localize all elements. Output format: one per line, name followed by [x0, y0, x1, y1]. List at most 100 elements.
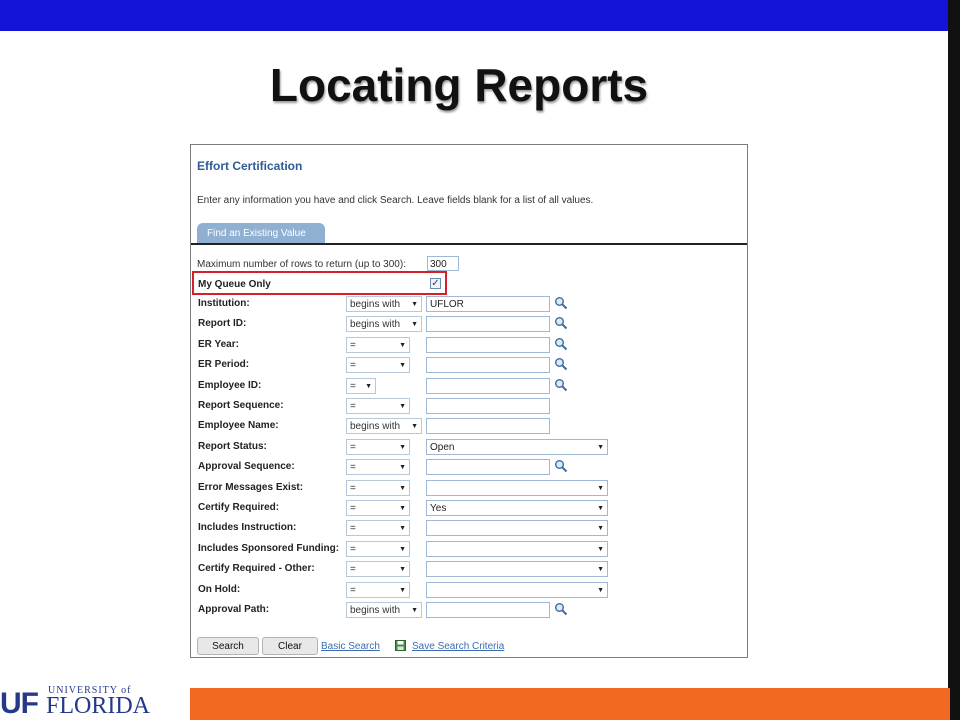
value-select[interactable]: ▼	[426, 479, 608, 496]
chevron-down-icon: ▼	[597, 505, 604, 512]
chevron-down-icon: ▼	[411, 301, 418, 308]
value-select[interactable]: ▼	[426, 520, 608, 537]
value-select[interactable]: ▼	[426, 581, 608, 598]
operator-select[interactable]: = ▼	[346, 520, 410, 537]
lookup-icon[interactable]	[554, 357, 568, 371]
chevron-down-icon: ▼	[399, 362, 406, 370]
chevron-down-icon: ▼	[597, 443, 604, 451]
criteria-row: Report ID: begins with ▼	[191, 315, 747, 335]
field-value: UFLOR	[430, 299, 464, 310]
slide-title: Locating Reports	[269, 59, 649, 111]
operator-select[interactable]: = ▼	[346, 459, 410, 476]
value-select[interactable]: ▼	[426, 561, 608, 578]
criteria-row: Report Sequence: = ▼	[191, 397, 747, 417]
clear-button[interactable]: Clear	[262, 637, 318, 655]
value-input[interactable]	[426, 357, 550, 374]
lookup-icon[interactable]	[554, 316, 568, 330]
search-panel: Effort Certification Enter any informati…	[190, 144, 748, 658]
bottom-orange-bar	[190, 688, 950, 720]
value-input[interactable]	[426, 316, 550, 333]
lookup-icon[interactable]	[554, 459, 568, 473]
chevron-down-icon: ▼	[399, 484, 406, 492]
chevron-down-icon: ▼	[411, 321, 418, 329]
operator-value: =	[350, 482, 356, 494]
value-input[interactable]: UFLOR	[426, 296, 550, 312]
value-input[interactable]	[426, 459, 550, 476]
operator-select[interactable]: = ▼	[346, 500, 410, 516]
chevron-down-icon: ▼	[399, 525, 406, 533]
criteria-label: Approval Sequence:	[198, 461, 295, 473]
operator-value: begins with	[350, 299, 401, 310]
criteria-row: Includes Instruction: = ▼ ▼	[191, 519, 747, 539]
criteria-label: Certify Required:	[198, 502, 280, 513]
max-rows-input[interactable]: 300	[427, 256, 459, 271]
value-select[interactable]: ▼	[426, 540, 608, 557]
max-rows-label: Maximum number of rows to return (up to …	[197, 259, 406, 270]
operator-value: =	[350, 564, 356, 576]
criteria-label: Employee Name:	[198, 420, 279, 432]
chevron-down-icon: ▼	[399, 505, 406, 512]
right-edge-bar	[948, 0, 960, 720]
lookup-icon[interactable]	[554, 602, 568, 616]
criteria-row: Approval Path: begins with ▼	[191, 601, 747, 621]
criteria-label: Approval Path:	[198, 604, 270, 615]
value-input[interactable]	[426, 418, 550, 435]
operator-select[interactable]: = ▼	[346, 581, 410, 598]
operator-value: begins with	[350, 421, 401, 433]
operator-select[interactable]: = ▼	[346, 540, 410, 557]
operator-select[interactable]: = ▼	[346, 377, 376, 394]
logo-uf: UF	[0, 687, 39, 720]
criteria-label: On Hold:	[198, 583, 241, 595]
lookup-icon[interactable]	[554, 296, 568, 310]
operator-select[interactable]: = ▼	[346, 357, 410, 374]
operator-value: begins with	[350, 605, 401, 616]
value-input[interactable]	[426, 398, 550, 414]
operator-select[interactable]: begins with ▼	[346, 316, 422, 333]
operator-select[interactable]: begins with ▼	[346, 602, 422, 618]
operator-select[interactable]: = ▼	[346, 398, 410, 414]
chevron-down-icon: ▼	[399, 464, 406, 472]
tab-underline	[191, 243, 747, 245]
criteria-row: Certify Required - Other: = ▼ ▼	[191, 560, 747, 580]
criteria-label: Includes Sponsored Funding:	[198, 542, 340, 554]
value-select[interactable]: Open ▼	[426, 438, 608, 455]
criteria-row: Employee Name: begins with ▼	[191, 417, 747, 437]
operator-select[interactable]: begins with ▼	[346, 418, 422, 435]
chevron-down-icon: ▼	[399, 443, 406, 451]
chevron-down-icon: ▼	[399, 403, 406, 410]
criteria-row: Approval Sequence: = ▼	[191, 458, 747, 478]
criteria-row: ER Year: = ▼	[191, 336, 747, 356]
field-value: Yes	[430, 503, 447, 514]
operator-value: begins with	[350, 319, 401, 331]
criteria-row: Includes Sponsored Funding: = ▼ ▼	[191, 540, 747, 560]
chevron-down-icon: ▼	[399, 586, 406, 594]
operator-select[interactable]: = ▼	[346, 438, 410, 455]
operator-select[interactable]: = ▼	[346, 561, 410, 578]
criteria-label: Report Sequence:	[198, 400, 284, 411]
save-icon[interactable]	[395, 640, 406, 651]
operator-value: =	[350, 584, 356, 596]
chevron-down-icon: ▼	[365, 382, 372, 390]
operator-value: =	[350, 441, 356, 453]
criteria-label: Certify Required - Other:	[198, 563, 315, 575]
basic-search-link[interactable]: Basic Search	[321, 641, 380, 652]
criteria-row: Error Messages Exist: = ▼ ▼	[191, 479, 747, 499]
lookup-icon[interactable]	[554, 337, 568, 351]
criteria-label: Error Messages Exist:	[198, 481, 304, 493]
operator-value: =	[350, 380, 356, 392]
save-search-criteria-link[interactable]: Save Search Criteria	[412, 641, 504, 652]
value-input[interactable]	[426, 602, 550, 618]
value-input[interactable]	[426, 336, 550, 353]
criteria-row: Employee ID: = ▼	[191, 377, 747, 397]
operator-select[interactable]: = ▼	[346, 336, 410, 353]
search-button[interactable]: Search	[197, 637, 259, 655]
operator-select[interactable]: = ▼	[346, 479, 410, 496]
lookup-icon[interactable]	[554, 378, 568, 392]
criteria-label: Report ID:	[198, 318, 247, 330]
tab-find-existing-value[interactable]: Find an Existing Value	[197, 223, 325, 244]
value-select[interactable]: Yes ▼	[426, 500, 608, 516]
chevron-down-icon: ▼	[411, 423, 418, 431]
value-input[interactable]	[426, 377, 550, 394]
operator-select[interactable]: begins with ▼	[346, 296, 422, 312]
chevron-down-icon: ▼	[597, 525, 604, 533]
